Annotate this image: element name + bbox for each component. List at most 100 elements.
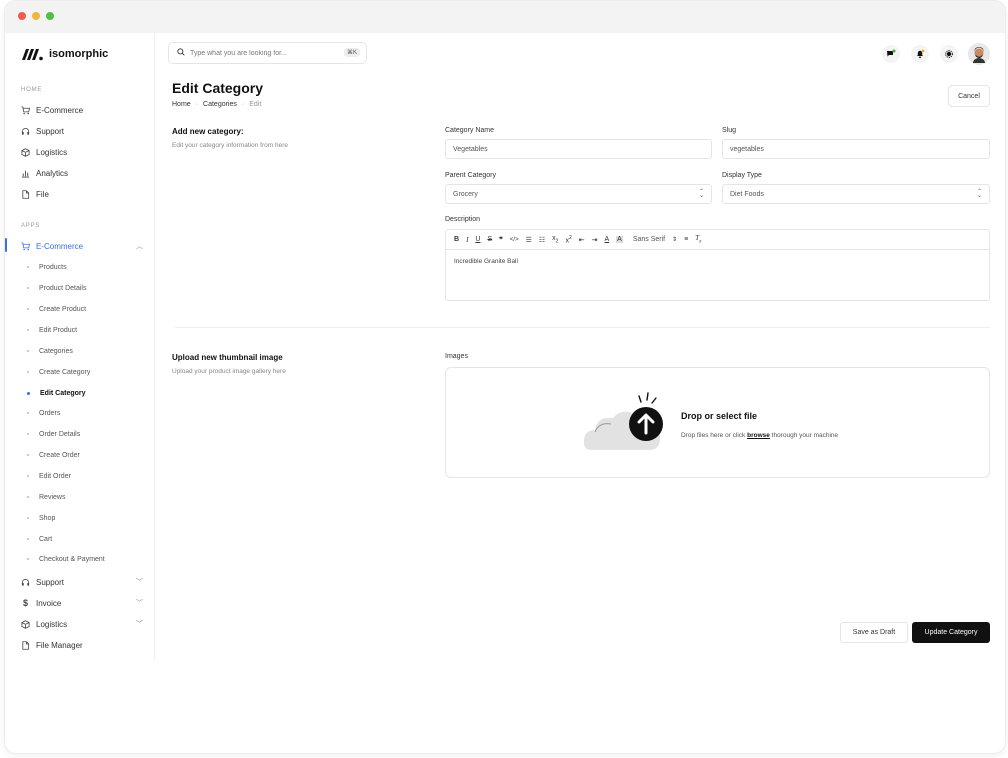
sub-item-label: Product Details [39,284,87,292]
outdent-icon[interactable]: ⇤ [579,236,585,244]
breadcrumb-home[interactable]: Home [172,101,191,108]
clear-format-icon[interactable]: Tx [695,234,701,244]
update-category-button[interactable]: Update Category [912,622,990,643]
display-type-value: Diet Foods [730,190,764,198]
avatar[interactable] [968,43,990,65]
text-color-icon[interactable]: A [604,236,609,243]
font-family-select[interactable]: Sans Serif [633,236,665,243]
superscript-icon[interactable]: x2 [565,235,571,244]
slug-value: vegetables [730,145,764,153]
sub-item-create-order[interactable]: Create Order [27,450,80,460]
bullet-list-icon[interactable]: ☷ [539,236,545,244]
subscript-icon[interactable]: x2 [552,235,558,244]
sidebar-item-apps-ecommerce[interactable]: E-Commerce ︿ [21,240,143,252]
messages-icon[interactable] [882,45,900,63]
sub-item-create-category[interactable]: Create Category [27,367,90,377]
parent-category-select[interactable]: Grocery ⌃ ⌄ [445,184,712,204]
sidebar-item-ecommerce[interactable]: E-Commerce [21,104,143,116]
sidebar-item-apps-logistics[interactable]: Logistics ﹀ [21,618,143,630]
app-name: isomorphic [49,48,109,60]
sidebar-item-label: E-Commerce [36,105,84,115]
section-title-upload: Upload new thumbnail image [172,353,283,362]
sub-item-create-product[interactable]: Create Product [27,304,86,314]
slug-input[interactable]: vegetables [722,139,990,159]
close-window-dot[interactable] [18,12,26,20]
upload-cloud-icon [583,392,663,450]
file-icon [21,640,30,650]
sidebar-item-label: Logistics [36,619,68,629]
sub-item-cart[interactable]: Cart [27,534,52,544]
sub-item-label: Shop [39,514,56,522]
breadcrumb-separator: · [241,101,245,108]
sub-item-products[interactable]: Products [27,262,67,272]
image-dropzone[interactable]: Drop or select file Drop files here or c… [445,367,990,478]
description-text[interactable]: Incredible Granite Ball [454,258,518,265]
title-bar [5,1,1005,33]
sub-item-reviews[interactable]: Reviews [27,492,65,502]
sub-item-product-details[interactable]: Product Details [27,283,86,293]
italic-icon[interactable]: I [466,236,468,244]
sidebar-item-label: Support [36,577,65,587]
ordered-list-icon[interactable]: ☰ [526,236,532,244]
sub-item-order-details[interactable]: Order Details [27,429,80,439]
sub-item-label: Order Details [39,430,81,438]
headset-icon [21,127,30,136]
sidebar-item-invoice[interactable]: $ Invoice ﹀ [21,597,143,609]
blockquote-icon[interactable]: ❞ [499,236,503,244]
sub-item-edit-product[interactable]: Edit Product [27,325,77,335]
indent-icon[interactable]: ⇥ [592,236,598,244]
sub-item-label: Edit Product [39,326,78,334]
active-indicator [5,238,7,252]
chevron-down-icon: ﹀ [136,579,143,586]
settings-gear-icon[interactable] [940,45,958,63]
sub-item-label: Edit Category [40,389,86,397]
sub-item-label: Create Product [39,305,87,313]
font-select-arrows-icon: ⇕ [672,237,678,243]
sidebar-item-file-manager[interactable]: File Manager [21,639,143,651]
sub-item-edit-order[interactable]: Edit Order [27,471,71,481]
description-editor[interactable]: B I U S ❞ </> ☰ ☷ x2 x2 ⇤ ⇥ A A Sans Ser… [445,229,990,301]
sidebar-item-label: Invoice [36,598,62,608]
cancel-button[interactable]: Cancel [948,85,990,107]
search-input[interactable] [190,49,330,57]
display-type-label: Display Type [722,172,762,179]
sidebar-item-analytics[interactable]: Analytics [21,167,143,179]
strikethrough-icon[interactable]: S [487,236,492,243]
breadcrumb-categories[interactable]: Categories [203,101,237,108]
sidebar-item-label: E-Commerce [36,241,84,251]
slug-label: Slug [722,127,737,134]
browse-link[interactable]: browse [747,432,770,439]
display-type-select[interactable]: Diet Foods ⌃ ⌄ [722,184,990,204]
code-icon[interactable]: </> [510,237,519,243]
sub-item-checkout-payment[interactable]: Checkout & Payment [27,554,105,564]
bold-icon[interactable]: B [454,236,459,243]
sub-item-shop[interactable]: Shop [27,513,55,523]
sidebar-item-support[interactable]: Support [21,125,143,137]
align-icon[interactable]: ≡ [684,236,688,243]
notification-bell-icon[interactable] [911,45,929,63]
maximize-window-dot[interactable] [46,12,54,20]
sidebar-item-file[interactable]: File [21,188,143,200]
minimize-window-dot[interactable] [32,12,40,20]
sidebar-item-label: File [36,189,49,199]
underline-icon[interactable]: U [475,236,480,243]
breadcrumb-current: Edit [249,101,262,108]
sub-item-categories[interactable]: Categories [27,346,73,356]
sub-item-label: Products [39,263,67,271]
app-logo[interactable]: isomorphic [21,47,108,61]
dollar-icon: $ [22,598,28,608]
sidebar-item-logistics[interactable]: Logistics [21,146,143,158]
sub-item-label: Orders [39,409,61,417]
parent-category-label: Parent Category [445,172,496,179]
file-icon [21,189,30,199]
search-bar[interactable]: ⌘K [168,42,367,64]
save-draft-button[interactable]: Save as Draft [840,622,908,643]
sub-item-edit-category[interactable]: Edit Category [27,388,86,398]
sub-item-orders[interactable]: Orders [27,408,60,418]
sidebar-item-apps-support[interactable]: Support ﹀ [21,576,143,588]
sidebar-item-label: File Manager [36,640,83,650]
background-color-icon[interactable]: A [616,236,623,243]
sidebar-item-label: Support [36,126,65,136]
category-name-input[interactable]: Vegetables [445,139,712,159]
sub-item-label: Cart [39,535,53,543]
